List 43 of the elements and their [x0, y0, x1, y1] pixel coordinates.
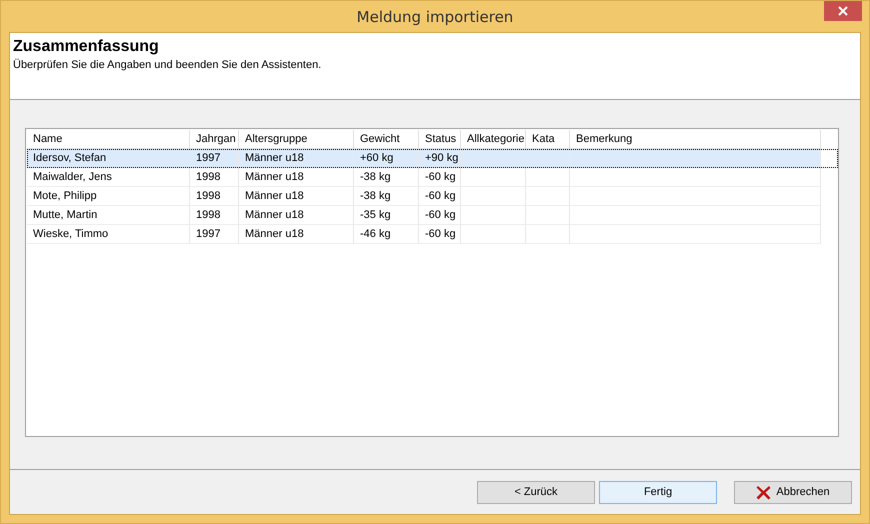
- table-cell: Männer u18: [239, 187, 354, 206]
- table-cell: [526, 149, 570, 168]
- table-cell: Wieske, Timmo: [27, 225, 190, 244]
- table-cell: 1998: [190, 168, 239, 187]
- table-cell: -60 kg: [419, 187, 461, 206]
- close-icon: [838, 6, 848, 16]
- table-cell: -38 kg: [354, 187, 419, 206]
- table-cell: -35 kg: [354, 206, 419, 225]
- table-cell: -60 kg: [419, 168, 461, 187]
- table-cell: Männer u18: [239, 206, 354, 225]
- table-cell: 1998: [190, 187, 239, 206]
- table-cell: Mote, Philipp: [27, 187, 190, 206]
- close-button[interactable]: [824, 1, 862, 21]
- window-title: Meldung importieren: [356, 8, 514, 26]
- table-cell: Männer u18: [239, 168, 354, 187]
- page-title: Zusammenfassung: [13, 38, 160, 56]
- table-row[interactable]: Maiwalder, Jens 1998 Männer u18 -38 kg -60 kg: [27, 168, 838, 187]
- table-cell: Männer u18: [239, 149, 354, 168]
- table-cell: 1997: [190, 149, 239, 168]
- table-cell: Idersov, Stefan: [27, 149, 190, 168]
- finish-button[interactable]: Fertig: [599, 480, 717, 504]
- table-cell: -60 kg: [419, 206, 461, 225]
- table-cell: -46 kg: [354, 225, 419, 244]
- table-cell: +90 kg: [419, 149, 461, 168]
- table-row[interactable]: Wieske, Timmo 1997 Männer u18 -46 kg -60 kg: [27, 225, 838, 244]
- table-cell: [461, 168, 526, 187]
- table-row[interactable]: Idersov, Stefan 1997 Männer u18 +60 kg +90 kg: [27, 149, 838, 168]
- back-button[interactable]: < Zurück: [477, 480, 595, 504]
- table-cell: Maiwalder, Jens: [27, 168, 190, 187]
- table-cell: -38 kg: [354, 168, 419, 187]
- table-cell: Männer u18: [239, 225, 354, 244]
- table-row[interactable]: Mote, Philipp 1998 Männer u18 -38 kg -60 kg: [27, 187, 838, 206]
- table-cell: [461, 149, 526, 168]
- cancel-button[interactable]: Abbrechen: [734, 480, 852, 504]
- table-cell: -60 kg: [419, 225, 461, 244]
- page-subtitle: Überprüfen Sie die Angaben und beenden Sie den Assistenten.: [13, 59, 322, 71]
- table-cell: 1998: [190, 206, 239, 225]
- table-cell: +60 kg: [354, 149, 419, 168]
- close-icon: [756, 484, 772, 500]
- table-cell: [526, 168, 570, 187]
- table-cell: 1997: [190, 225, 239, 244]
- table-cell: Mutte, Martin: [27, 206, 190, 225]
- table-row[interactable]: Mutte, Martin 1998 Männer u18 -35 kg -60 kg: [27, 206, 838, 225]
